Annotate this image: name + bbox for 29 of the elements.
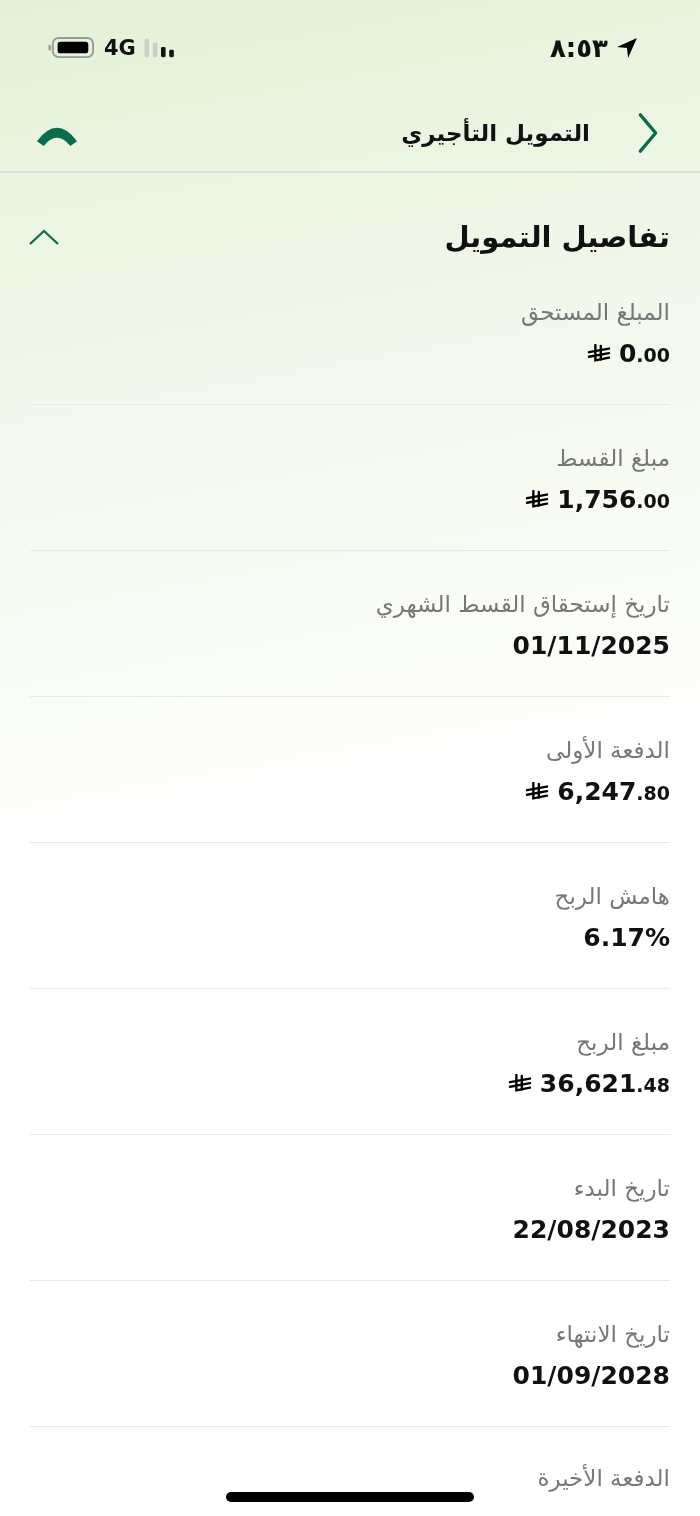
- field-label: تاريخ البدء: [572, 1175, 670, 1201]
- field-label: مبلغ الربح: [575, 1029, 670, 1055]
- section-title: تفاصيل التمويل: [444, 220, 670, 254]
- field-label: مبلغ القسط: [555, 445, 670, 471]
- riyal-sign-icon: [525, 781, 550, 802]
- field-value: 0.00: [618, 339, 670, 368]
- field-label: الدفعة الأخيرة: [536, 1465, 670, 1491]
- page-title: التمويل التأجيري: [400, 120, 590, 146]
- field-label: تاريخ إستحقاق القسط الشهري: [374, 591, 670, 617]
- back-button[interactable]: [636, 112, 660, 154]
- field-value: 1,756.00: [557, 485, 670, 514]
- field-label: تاريخ الانتهاء: [554, 1321, 670, 1347]
- collapse-chevron-icon[interactable]: [28, 228, 60, 246]
- field-label: هامش الربح: [553, 883, 670, 909]
- battery-icon: [48, 36, 96, 59]
- network-label: 4G: [104, 35, 136, 60]
- field-label: الدفعة الأولى: [545, 737, 670, 763]
- riyal-sign-icon: [525, 489, 550, 510]
- status-time: ٨:٥٣: [550, 32, 608, 63]
- field-value: 6.17%: [583, 923, 670, 952]
- field-value: 01/11/2025: [512, 631, 670, 660]
- field-label: المبلغ المستحق: [520, 299, 670, 325]
- field-value: 22/08/2023: [512, 1215, 670, 1244]
- location-arrow-icon: [616, 36, 638, 59]
- field-value: 36,621.48: [539, 1069, 670, 1098]
- riyal-sign-icon: [507, 1073, 532, 1094]
- field-value: 01/09/2028: [512, 1361, 670, 1390]
- field-value: 6,247.80: [557, 777, 670, 806]
- riyal-sign-icon: [586, 343, 611, 364]
